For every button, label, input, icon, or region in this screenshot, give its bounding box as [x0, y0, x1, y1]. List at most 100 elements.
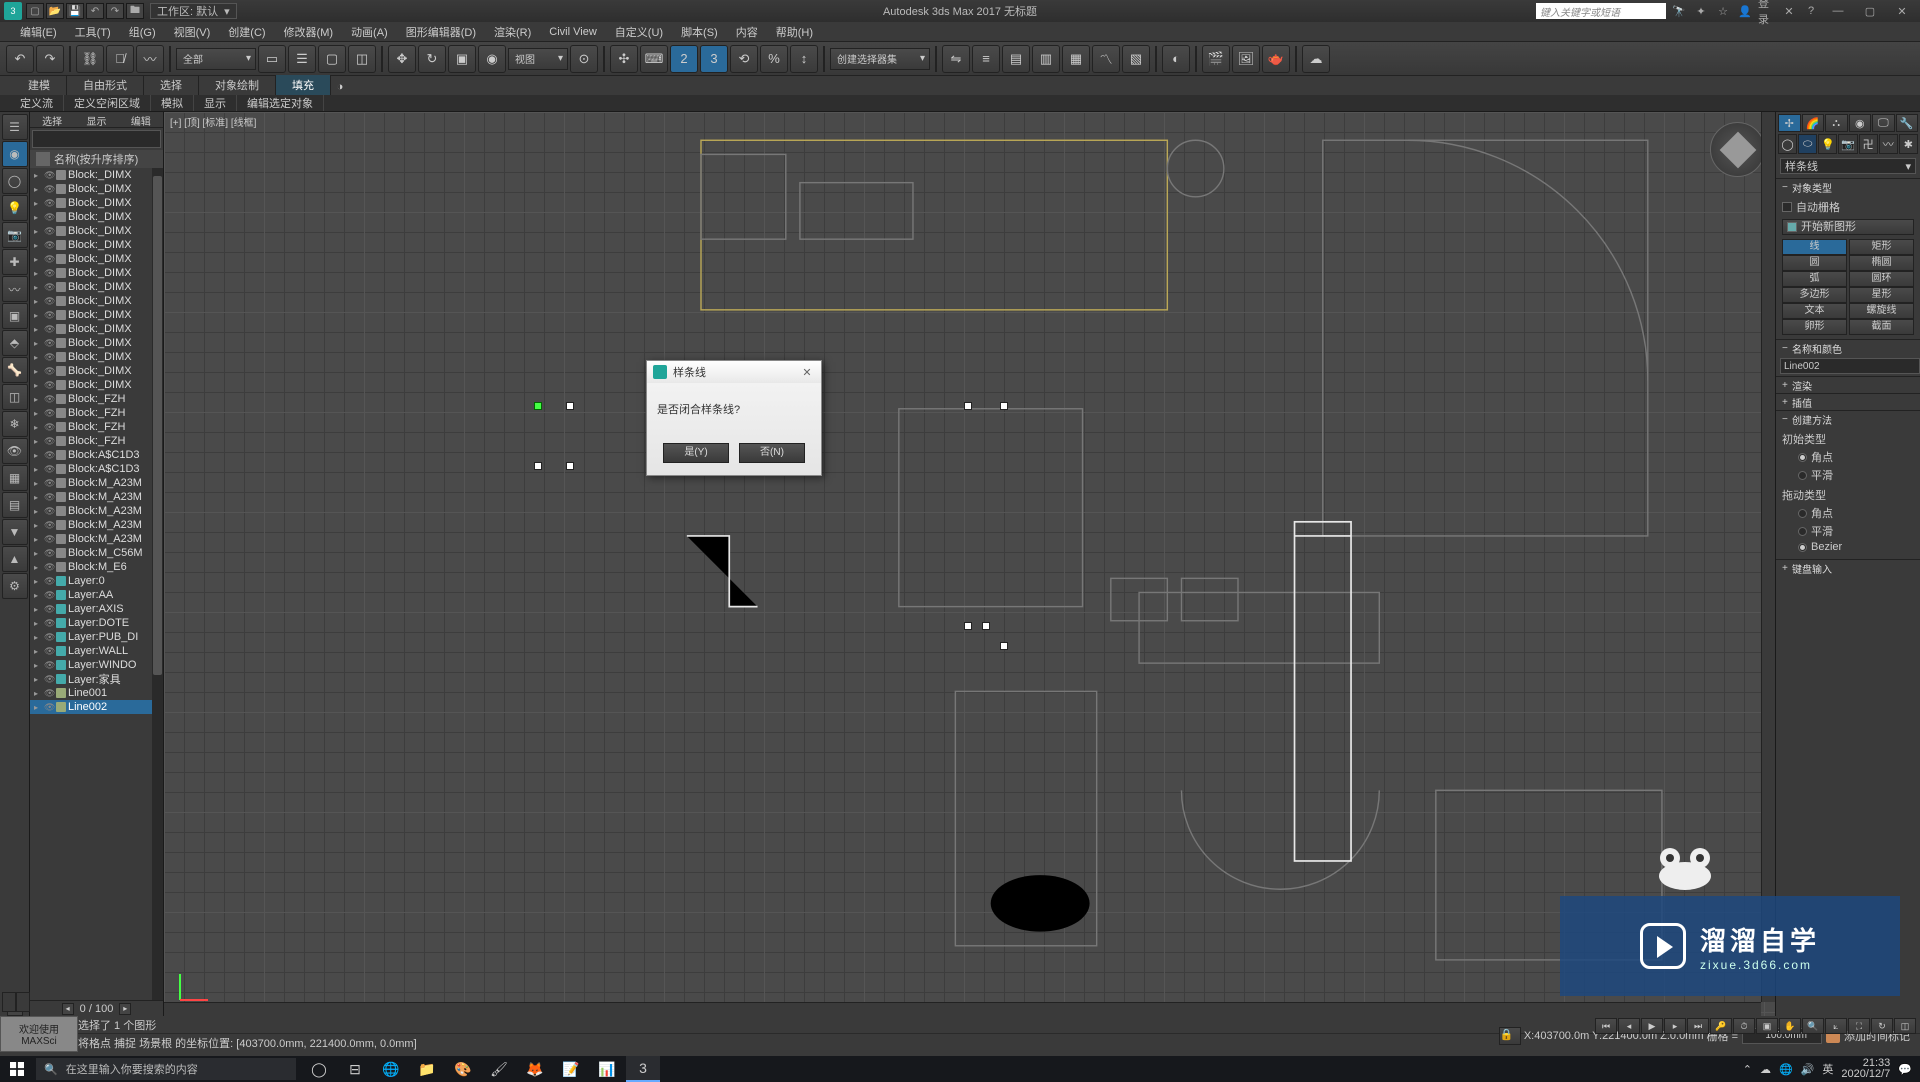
roll-render-header[interactable]: 渲染: [1776, 377, 1920, 393]
menu-edit[interactable]: 编辑(E): [12, 22, 65, 41]
render-setup-button[interactable]: 🎬: [1202, 45, 1230, 73]
autogrid-checkbox[interactable]: 自动栅格: [1782, 199, 1914, 215]
se-item[interactable]: ▸👁Block:_DIMX: [30, 196, 163, 210]
se-helpers-icon[interactable]: ✚: [2, 249, 28, 275]
se-item[interactable]: ▸👁Layer:AXIS: [30, 602, 163, 616]
se-item[interactable]: ▸👁Block:M_A23M: [30, 518, 163, 532]
qat-new-icon[interactable]: ▢: [26, 3, 44, 19]
cp-sub-geometry-icon[interactable]: ◯: [1778, 134, 1797, 154]
edge-icon[interactable]: 🌐: [374, 1056, 408, 1082]
menu-customize[interactable]: 自定义(U): [607, 22, 671, 41]
se-spacewarps-icon[interactable]: 〰: [2, 276, 28, 302]
dialog-yes-button[interactable]: 是(Y): [663, 443, 729, 463]
cp-sub-shapes-icon[interactable]: ⬭: [1798, 134, 1817, 154]
shape-section-button[interactable]: 截面: [1849, 319, 1914, 335]
scale-button[interactable]: ▣: [448, 45, 476, 73]
se-tree[interactable]: ▸👁Block:_DIMX▸👁Block:_DIMX▸👁Block:_DIMX▸…: [30, 168, 163, 1000]
newshape-checkbox[interactable]: 开始新图形: [1801, 220, 1856, 234]
x-coord[interactable]: 403700.0m: [1534, 1030, 1589, 1042]
isolate-icon[interactable]: ▣: [1756, 1018, 1778, 1034]
se-item[interactable]: ▸👁Line001: [30, 686, 163, 700]
align-button[interactable]: ≡: [972, 45, 1000, 73]
se-item[interactable]: ▸👁Block:_DIMX: [30, 350, 163, 364]
ribbon-tab-populate[interactable]: 填充: [276, 75, 331, 95]
tray-chevron-icon[interactable]: ⌃: [1743, 1063, 1752, 1076]
key-mode-icon[interactable]: 🔑: [1710, 1018, 1732, 1034]
se-item[interactable]: ▸👁Block:_DIMX: [30, 364, 163, 378]
link-button[interactable]: ⛓: [76, 45, 104, 73]
render-frame-button[interactable]: 🖼: [1232, 45, 1260, 73]
object-name-input[interactable]: [1780, 358, 1920, 374]
roll-name-header[interactable]: 名称和颜色: [1776, 340, 1920, 356]
lock-selection-icon[interactable]: 🔒: [1499, 1027, 1521, 1045]
maxscript-welcome[interactable]: 欢迎使用 MAXSci: [0, 1016, 78, 1052]
notifications-icon[interactable]: 💬: [1898, 1063, 1912, 1076]
se-filter-input[interactable]: [32, 130, 161, 148]
shape-star-button[interactable]: 星形: [1849, 287, 1914, 303]
se-item[interactable]: ▸👁Block:_DIMX: [30, 210, 163, 224]
goto-end-icon[interactable]: ⏭: [1687, 1018, 1709, 1034]
menu-create[interactable]: 创建(C): [220, 22, 273, 41]
viewport[interactable]: [+] [顶] [标准] [线框]: [164, 112, 1775, 1016]
play-icon[interactable]: ▶: [1641, 1018, 1663, 1034]
taskbar-search[interactable]: 🔍在这里输入你要搜索的内容: [36, 1058, 296, 1080]
se-item[interactable]: ▸👁Layer:PUB_DI: [30, 630, 163, 644]
roll-interp-header[interactable]: 插值: [1776, 394, 1920, 410]
se-item[interactable]: ▸👁Block:_DIMX: [30, 224, 163, 238]
roll-kbd-header[interactable]: 键盘输入: [1776, 560, 1920, 576]
snap-3d-button[interactable]: 3: [700, 45, 728, 73]
tray-network-icon[interactable]: 🌐: [1779, 1063, 1793, 1076]
se-item[interactable]: ▸👁Block:_DIMX: [30, 294, 163, 308]
se-xrefs-icon[interactable]: ⬘: [2, 330, 28, 356]
se-bone-icon[interactable]: 🦴: [2, 357, 28, 383]
percent-snap-button[interactable]: %: [760, 45, 788, 73]
roll-objtype-header[interactable]: 对象类型: [1776, 179, 1920, 195]
se-page-prev-icon[interactable]: ◂: [62, 1003, 74, 1015]
mini-next-icon[interactable]: [16, 992, 30, 1012]
ribsub-editsel[interactable]: 编辑选定对象: [237, 95, 324, 111]
layer-explorer-button[interactable]: ▥: [1032, 45, 1060, 73]
se-item[interactable]: ▸👁Block:M_A23M: [30, 532, 163, 546]
firefox-icon[interactable]: 🦊: [518, 1056, 552, 1082]
se-tab-display[interactable]: 显示: [74, 112, 118, 127]
se-item[interactable]: ▸👁Block:_FZH: [30, 406, 163, 420]
cp-tab-display-icon[interactable]: 🖵: [1872, 114, 1895, 132]
shape-egg-button[interactable]: 卵形: [1782, 319, 1847, 335]
login-label[interactable]: 登录: [1758, 3, 1776, 19]
cp-sub-helpers-icon[interactable]: 卍: [1859, 134, 1878, 154]
select-rectangle-button[interactable]: ▢: [318, 45, 346, 73]
subscription-icon[interactable]: ✦: [1692, 3, 1710, 19]
se-item[interactable]: ▸👁Block:M_C56M: [30, 546, 163, 560]
ribsub-display[interactable]: 显示: [194, 95, 237, 111]
se-item[interactable]: ▸👁Block:_DIMX: [30, 266, 163, 280]
undo-button[interactable]: ↶: [6, 45, 34, 73]
app4-icon[interactable]: 📊: [590, 1056, 624, 1082]
dialog-no-button[interactable]: 否(N): [739, 443, 805, 463]
infocenter-search[interactable]: 键入关键字或短语: [1536, 3, 1666, 19]
init-smooth-radio[interactable]: 平滑: [1798, 467, 1914, 483]
se-item[interactable]: ▸👁Line002: [30, 700, 163, 714]
qat-project-icon[interactable]: 🖿: [126, 3, 144, 19]
se-frozen-icon[interactable]: ❄: [2, 411, 28, 437]
window-minimize-button[interactable]: —: [1824, 3, 1852, 19]
se-groups-icon[interactable]: ▣: [2, 303, 28, 329]
use-center-button[interactable]: ⊙: [570, 45, 598, 73]
se-item[interactable]: ▸👁Block:M_E6: [30, 560, 163, 574]
se-item[interactable]: ▸👁Block:M_A23M: [30, 490, 163, 504]
shape-donut-button[interactable]: 圆环: [1849, 271, 1914, 287]
window-close-button[interactable]: ✕: [1888, 3, 1916, 19]
help-icon[interactable]: ?: [1802, 3, 1820, 19]
menu-rendering[interactable]: 渲染(R): [486, 22, 539, 41]
keyboard-shortcut-button[interactable]: ⌨: [640, 45, 668, 73]
menu-content[interactable]: 内容: [728, 22, 766, 41]
qat-redo-icon[interactable]: ↷: [106, 3, 124, 19]
se-tab-select[interactable]: 选择: [30, 112, 74, 127]
ribbon-tab-paint[interactable]: 对象绘制: [199, 75, 276, 95]
se-item[interactable]: ▸👁Block:_DIMX: [30, 182, 163, 196]
menu-maxscript[interactable]: 脚本(S): [673, 22, 726, 41]
se-item[interactable]: ▸👁Block:M_A23M: [30, 476, 163, 490]
time-config-icon[interactable]: ⏱: [1733, 1018, 1755, 1034]
shape-circle-button[interactable]: 圆: [1782, 255, 1847, 271]
menu-tools[interactable]: 工具(T): [67, 22, 119, 41]
ribsub-flow[interactable]: 定义流: [10, 95, 64, 111]
